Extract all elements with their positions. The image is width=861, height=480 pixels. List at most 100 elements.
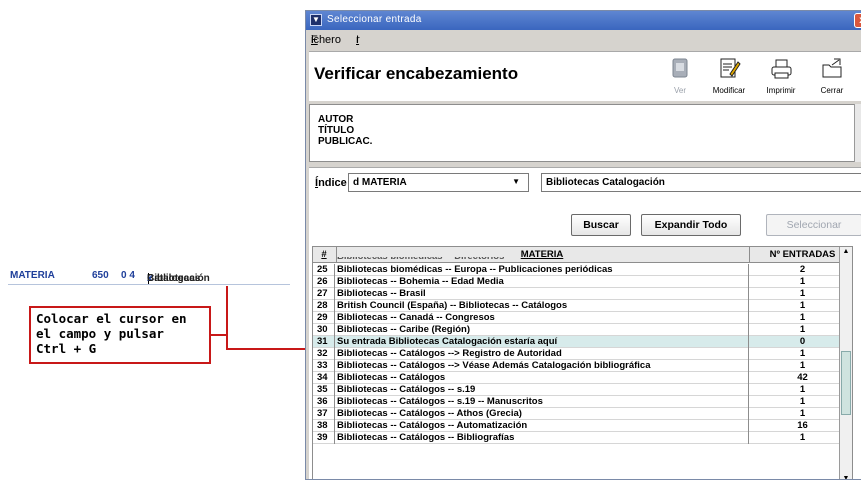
index-label: Índice [315, 177, 347, 189]
cell-num: 28 [313, 300, 335, 312]
table-row[interactable]: 39 Bibliotecas -- Catálogos -- Bibliograf… [313, 432, 852, 444]
cell-materia: Bibliotecas biomédicas -- Europa -- Publ… [337, 264, 749, 276]
info-scrollbar[interactable] [854, 104, 861, 162]
table-row[interactable]: 32 Bibliotecas -- Catálogos --> Registro … [313, 348, 852, 360]
expandir-todo-button[interactable]: Expandir Todo [641, 214, 741, 236]
scroll-thumb[interactable] [841, 351, 851, 415]
table-row[interactable]: 37 Bibliotecas -- Catálogos -- Athos (Gre… [313, 408, 852, 420]
page-title: Verificar encabezamiento [314, 64, 519, 83]
menu-bar: Fichero Ir [311, 34, 360, 46]
cell-materia: Bibliotecas -- Catálogos -- s.19 [337, 384, 749, 396]
cell-num: 31 [313, 336, 335, 348]
table-row[interactable]: 33 Bibliotecas -- Catálogos --> Véase Ade… [313, 360, 852, 372]
field-name: MATERIA [10, 270, 55, 281]
ver-button[interactable]: Ver [657, 56, 703, 95]
table-row[interactable]: 30 Bibliotecas -- Caribe (Región) 1 [313, 324, 852, 336]
title-bar[interactable]: ▼ Seleccionar entrada x [306, 11, 861, 30]
cell-entradas: 1 [799, 396, 806, 407]
cell-entradas: 1 [799, 408, 806, 419]
column-header-num[interactable]: # [313, 249, 335, 260]
cerrar-button[interactable]: Cerrar [809, 56, 855, 95]
table-scrollbar[interactable]: ▲ ▼ [839, 247, 852, 479]
table-row[interactable]: 36 Bibliotecas -- Catálogos -- s.19 -- Ma… [313, 396, 852, 408]
instruction-callout: Colocar el cursor en el campo y pulsar C… [29, 306, 211, 364]
cell-materia: Bibliotecas -- Canadá -- Congresos [337, 312, 749, 324]
cell-materia: Bibliotecas -- Catálogos -- Automatizaci… [337, 420, 749, 432]
marc-field-line[interactable]: MATERIA 650 0 4 Bibliotecas x Catalogación [8, 267, 290, 285]
header-divider [749, 247, 750, 263]
cell-entradas: 2 [799, 264, 806, 275]
index-select-value: d MATERIA [353, 177, 407, 188]
cell-materia: Bibliotecas -- Caribe (Región) [337, 324, 749, 336]
cell-num: 26 [313, 276, 335, 288]
cell-num: 37 [313, 408, 335, 420]
search-input[interactable]: Bibliotecas Catalogación [541, 173, 861, 192]
callout-connector-h1 [211, 334, 227, 336]
cell-entradas: 1 [799, 360, 806, 371]
cell-num: 25 [313, 264, 335, 276]
table-row[interactable]: 31 Su entrada Bibliotecas Catalogación es… [313, 336, 852, 348]
table-row[interactable]: 29 Bibliotecas -- Canadá -- Congresos 1 [313, 312, 852, 324]
table-row[interactable]: 38 Bibliotecas -- Catálogos -- Automatiza… [313, 420, 852, 432]
field-indicators: 0 4 [121, 270, 135, 281]
results-table: Bibliotecas biomédicas -- Directorios # … [312, 246, 853, 479]
table-row[interactable]: 35 Bibliotecas -- Catálogos -- s.19 1 [313, 384, 852, 396]
record-info-panel: AUTOR TÍTULO PUBLICAC. [309, 104, 861, 162]
cell-num: 35 [313, 384, 335, 396]
cell-entradas: 16 [797, 420, 808, 431]
cell-materia: Bibliotecas -- Catálogos -- Bibliografía… [337, 432, 749, 444]
cell-materia: Bibliotecas -- Catálogos -- Athos (Greci… [337, 408, 749, 420]
cell-materia: Bibliotecas -- Bohemia -- Edad Media [337, 276, 749, 288]
field-tag: 650 [92, 270, 109, 281]
table-row[interactable]: 26 Bibliotecas -- Bohemia -- Edad Media 1 [313, 276, 852, 288]
app-icon: ▼ [310, 14, 322, 26]
cell-materia: Bibliotecas -- Catálogos --> Registro de… [337, 348, 749, 360]
imprimir-button[interactable]: Imprimir [758, 56, 804, 95]
cell-num: 36 [313, 396, 335, 408]
scroll-up-icon[interactable]: ▲ [840, 248, 852, 255]
cell-materia: Bibliotecas -- Catálogos -- s.19 -- Manu… [337, 396, 749, 408]
field-value-part-b: Catalogación [147, 273, 210, 284]
cell-entradas: 1 [799, 432, 806, 443]
table-header: Bibliotecas biomédicas -- Directorios # … [313, 247, 852, 263]
close-window-button[interactable]: x [854, 13, 861, 28]
cell-entradas: 1 [799, 312, 806, 323]
cell-entradas: 1 [799, 288, 806, 299]
cell-materia: Bibliotecas -- Brasil [337, 288, 749, 300]
index-panel: Índice d MATERIA ▼ Bibliotecas Catalogac… [309, 167, 861, 479]
cell-num: 32 [313, 348, 335, 360]
index-select[interactable]: d MATERIA ▼ [348, 173, 529, 192]
cell-num: 34 [313, 372, 335, 384]
column-header-entradas[interactable]: Nº ENTRADAS [751, 249, 852, 260]
cell-num: 33 [313, 360, 335, 372]
print-icon [771, 59, 792, 79]
cell-materia: Bibliotecas -- Catálogos --> Véase Ademá… [337, 360, 749, 372]
cell-materia: Bibliotecas -- Catálogos [337, 372, 749, 384]
column-header-materia[interactable]: MATERIA [337, 249, 747, 260]
seleccionar-button[interactable]: Seleccionar [766, 214, 861, 236]
table-row[interactable]: 25 Bibliotecas biomédicas -- Europa -- Pu… [313, 264, 852, 276]
view-icon [672, 58, 688, 78]
table-row[interactable]: 28 British Council (España) -- Biblioteca… [313, 300, 852, 312]
window-title: Seleccionar entrada [327, 14, 422, 25]
select-entry-window: ▼ Seleccionar entrada x Fichero Ir Verif… [305, 10, 861, 480]
table-row[interactable]: 34 Bibliotecas -- Catálogos 42 [313, 372, 852, 384]
cell-num: 30 [313, 324, 335, 336]
cell-num: 29 [313, 312, 335, 324]
cell-num: 38 [313, 420, 335, 432]
info-publicac: PUBLICAC. [318, 136, 373, 147]
cell-entradas: 1 [799, 300, 806, 311]
cell-entradas: 0 [799, 336, 806, 347]
modificar-button[interactable]: Modificar [706, 56, 752, 95]
cell-entradas: 1 [799, 276, 806, 287]
cell-entradas: 1 [799, 384, 806, 395]
cell-entradas: 1 [799, 324, 806, 335]
info-autor: AUTOR [318, 114, 354, 125]
close-folder-icon [822, 58, 842, 78]
cell-num: 27 [313, 288, 335, 300]
callout-connector-v1 [226, 286, 228, 349]
info-titulo: TÍTULO [318, 125, 355, 136]
buscar-button[interactable]: Buscar [571, 214, 631, 236]
cell-entradas: 42 [797, 372, 808, 383]
table-row[interactable]: 27 Bibliotecas -- Brasil 1 [313, 288, 852, 300]
